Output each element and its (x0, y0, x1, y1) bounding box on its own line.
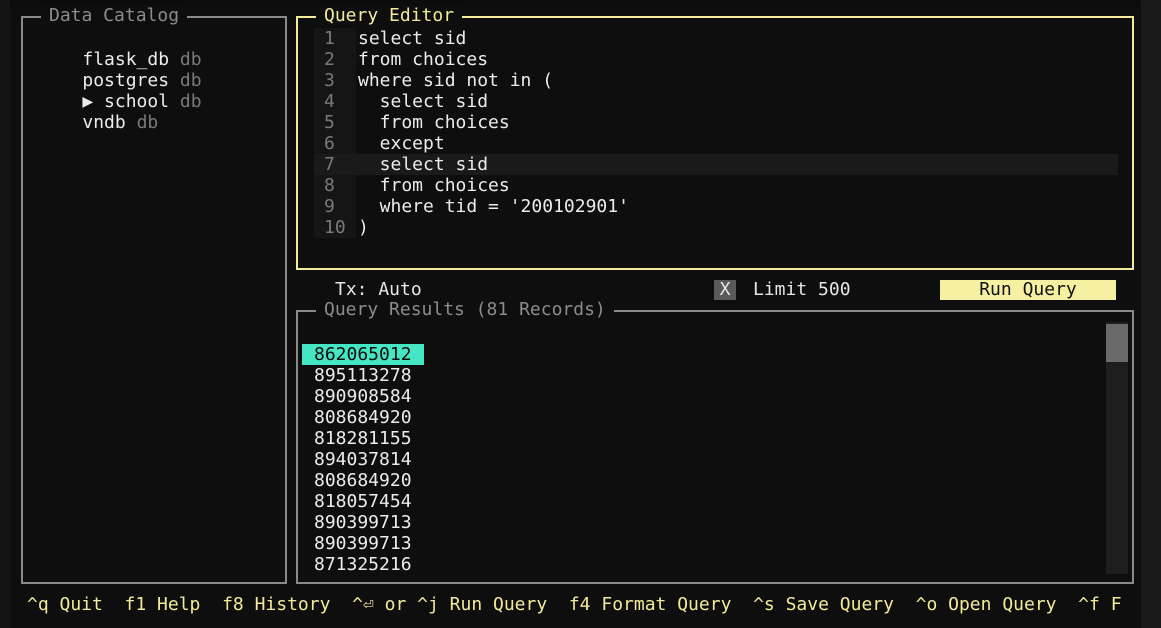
line-number: 8 (324, 175, 335, 196)
query-results-title: Query Results (81 Records) (316, 299, 614, 321)
transaction-mode[interactable]: Tx: Auto (335, 279, 422, 300)
result-cell[interactable]: 890908584 (314, 386, 412, 407)
result-cell[interactable]: 890399713 (314, 512, 412, 533)
result-cell[interactable]: 808684920 (314, 407, 412, 428)
result-cell[interactable]: 818281155 (314, 428, 412, 449)
catalog-item-vndb[interactable]: vndb db (39, 91, 158, 133)
limit-label: Limit 500 (753, 279, 851, 300)
line-number: 10 (324, 217, 346, 238)
line-number: 5 (324, 112, 335, 133)
catalog-item-flask-db[interactable]: flask_db db (39, 28, 201, 70)
line-number: 9 (324, 196, 335, 217)
catalog-item-postgres[interactable]: postgres db (39, 49, 201, 91)
result-cell[interactable]: 808684920 (314, 470, 412, 491)
editor-line[interactable]: 3 where sid not in ( (314, 70, 1118, 91)
editor-line[interactable]: 8 from choices (314, 175, 1118, 196)
code-text: from choices (358, 49, 489, 70)
query-editor-panel[interactable]: Query Editor 1 select sid 2 from choices 3… (296, 5, 1134, 270)
keybinding-footer: ^q Quit f1 Help f8 History ^⏎ or ^j Run … (27, 594, 1122, 615)
catalog-item-type: db (136, 112, 159, 133)
catalog-item-school[interactable]: ▶ school db (39, 70, 201, 112)
result-cell[interactable]: 871325216 (314, 554, 412, 575)
code-text: select sid (358, 91, 489, 112)
catalog-item-type: db (179, 91, 202, 112)
editor-line[interactable]: 9 where tid = '200102901' (314, 196, 1118, 217)
catalog-item-name: vndb (82, 112, 126, 133)
code-text: ) (358, 217, 369, 238)
data-catalog-panel: Data Catalog flask_db db postgres db ▶ s… (21, 5, 287, 584)
line-number: 4 (324, 91, 335, 112)
result-cell-selected[interactable]: 862065012 (302, 344, 424, 365)
desktop-edge-left (0, 0, 10, 628)
line-number: 6 (324, 133, 335, 154)
line-number: 2 (324, 49, 335, 70)
results-column-header[interactable]: sid s (314, 323, 411, 365)
editor-line-active[interactable]: 7 select sid (314, 154, 1118, 175)
editor-line[interactable]: 10) (314, 217, 1118, 238)
desktop-edge-right (1141, 0, 1161, 628)
code-text: from choices (358, 112, 510, 133)
data-catalog-title: Data Catalog (41, 5, 188, 27)
result-cell[interactable]: 894037814 (314, 449, 412, 470)
line-number: 7 (324, 154, 335, 175)
line-number: 1 (324, 28, 335, 49)
code-text: from choices (358, 175, 510, 196)
result-cell[interactable]: 895113278 (314, 365, 412, 386)
query-results-panel: Query Results (81 Records) sid s 8620650… (296, 299, 1134, 584)
code-text: where tid = '200102901' (358, 196, 629, 217)
line-number: 3 (324, 70, 335, 91)
limit-checkbox[interactable]: X (714, 280, 736, 300)
run-query-button[interactable]: Run Query (940, 280, 1116, 300)
results-scrollbar[interactable] (1106, 322, 1128, 574)
code-text: select sid (358, 154, 489, 175)
editor-line[interactable]: 1 select sid (314, 28, 1118, 49)
result-cell[interactable]: 890399713 (314, 533, 412, 554)
editor-line[interactable]: 6 except (314, 133, 1118, 154)
editor-line[interactable]: 4 select sid (314, 91, 1118, 112)
code-text: except (358, 133, 445, 154)
query-editor-title: Query Editor (316, 5, 463, 27)
code-text: select sid (358, 28, 467, 49)
code-text: where sid not in ( (358, 70, 554, 91)
editor-line[interactable]: 5 from choices (314, 112, 1118, 133)
scrollbar-thumb[interactable] (1106, 324, 1128, 362)
editor-line[interactable]: 2 from choices (314, 49, 1118, 70)
result-cell[interactable]: 818057454 (314, 491, 412, 512)
